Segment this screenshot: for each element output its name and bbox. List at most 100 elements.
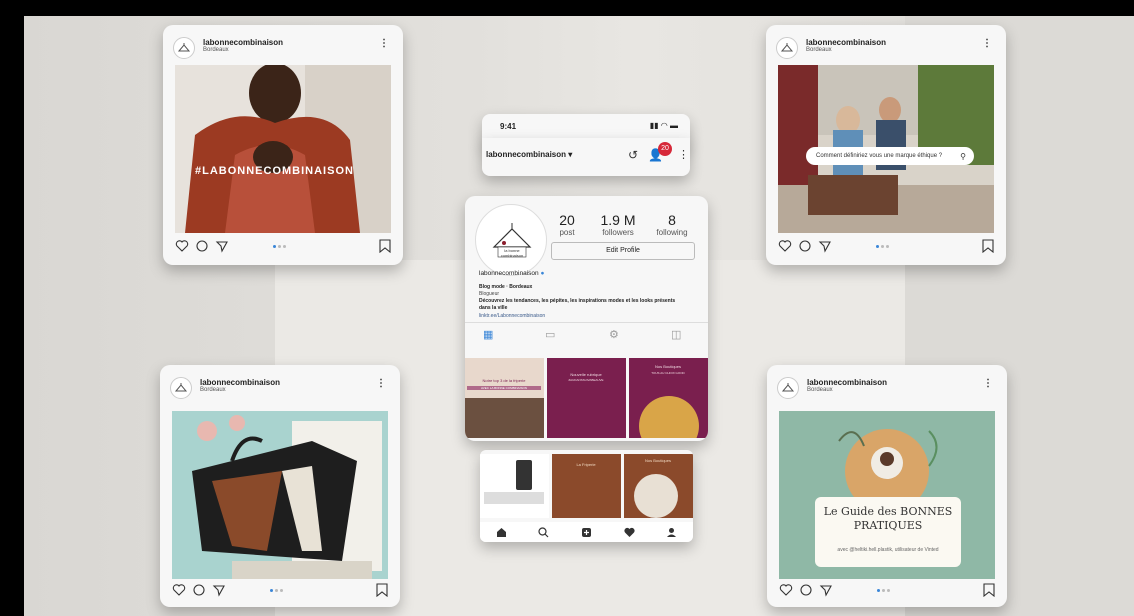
grid-tile[interactable]: Nouvelle rubrique #AUDANSSUIVABEAUVE xyxy=(547,358,626,438)
grid-tab-icon[interactable]: ▦ xyxy=(483,328,493,341)
bio-category: Blogueur xyxy=(479,291,500,297)
avatar[interactable] xyxy=(173,37,195,59)
profile-toolbar: labonnecombinaison ▾ ↺ 👤 20 ⋮ xyxy=(482,138,690,176)
scene: labonnecombinaison Bordeaux ⋮ #LABONNECO… xyxy=(0,0,1134,616)
more-options-icon[interactable]: ⋮ xyxy=(982,38,992,49)
share-icon[interactable] xyxy=(818,239,832,253)
stat-label: followers xyxy=(602,228,634,237)
post-username[interactable]: labonnecombinaison xyxy=(806,38,886,47)
grid-tile[interactable]: Notre top 3 de la friperie AVEC LA BONNE… xyxy=(465,358,544,438)
history-icon[interactable]: ↺ xyxy=(628,148,638,162)
profile-tabs: ▦ ▭ ⚙ ◫ xyxy=(465,326,708,346)
more-options-icon[interactable]: ⋮ xyxy=(379,38,389,49)
bookmark-icon[interactable] xyxy=(982,239,994,253)
grid-tile[interactable]: Nos Boutiques xyxy=(624,454,693,518)
reels-tab-icon[interactable]: ▭ xyxy=(545,328,555,341)
more-options-icon[interactable]: ⋮ xyxy=(376,378,386,389)
bottom-nav xyxy=(480,522,693,542)
tile-title: Nouvelle rubrique xyxy=(570,372,602,377)
grid-tile[interactable]: Nos Boutiques TOUS AU CHOIX GOOD xyxy=(629,358,708,438)
post-header: labonnecombinaison Bordeaux ⋮ xyxy=(173,35,393,61)
share-icon[interactable] xyxy=(819,583,833,597)
comment-icon[interactable] xyxy=(195,239,209,253)
post-username[interactable]: labonnecombinaison xyxy=(807,378,887,387)
more-options-icon[interactable]: ⋮ xyxy=(983,378,993,389)
instagram-post-card: labonnecombinaison Bordeaux ⋮ xyxy=(160,365,400,607)
profile-card: la bonne combinaison 20 post 1.9 Mfollowe… xyxy=(465,196,708,441)
stat-posts[interactable]: 20 post xyxy=(547,212,587,237)
tile-subtitle: AVEC LA BONNE COMBINAISON xyxy=(467,386,541,390)
tile-title: Nos Boutiques xyxy=(654,364,681,369)
avatar[interactable] xyxy=(170,377,192,399)
account-name: labonnecombinaison xyxy=(486,150,567,159)
post-actions xyxy=(173,237,393,257)
post-overlay-text: Le Guide des BONNES PRATIQUES xyxy=(823,505,953,533)
grid-tile[interactable] xyxy=(480,454,549,518)
status-time: 9:41 xyxy=(500,122,517,131)
post-grid: La Friperie Nos Boutiques xyxy=(480,454,693,518)
post-image: #LABONNECOMBINAISON xyxy=(175,65,391,233)
post-image xyxy=(172,411,388,579)
post-actions xyxy=(776,237,996,257)
bio-text: Découvrez les tendances, les pépites, le… xyxy=(479,298,676,311)
bookmark-icon[interactable] xyxy=(983,583,995,597)
bio-link[interactable]: linktr.ee/Labonnecombinaison xyxy=(479,313,545,319)
instagram-post-card: labonnecombinaison Bordeaux ⋮ Le Guide d… xyxy=(767,365,1007,607)
signal-battery-icon: ▮▮ ◠ ▬ xyxy=(649,121,678,130)
instagram-post-card: labonnecombinaison Bordeaux ⋮ #LABONNECO… xyxy=(163,25,403,265)
verified-icon: ● xyxy=(540,270,545,277)
carousel-indicator xyxy=(273,245,286,248)
profile-icon[interactable] xyxy=(666,527,677,538)
tile-title: La Friperie xyxy=(576,462,596,467)
comment-icon[interactable] xyxy=(798,239,812,253)
stat-label: post xyxy=(559,228,575,237)
edit-profile-button[interactable]: Edit Profile xyxy=(551,242,695,260)
tagged-tab-icon[interactable]: ◫ xyxy=(671,328,681,341)
stat-value: 8 xyxy=(668,212,676,228)
post-location: Bordeaux xyxy=(203,47,229,53)
post-actions xyxy=(777,581,997,601)
stat-followers[interactable]: 1.9 Mfollowers xyxy=(593,212,643,237)
profile-avatar[interactable]: la bonne combinaison xyxy=(475,204,547,276)
logo-text: la bonne combinaison xyxy=(500,248,524,258)
heart-icon[interactable] xyxy=(175,239,189,253)
comment-icon[interactable] xyxy=(799,583,813,597)
avatar[interactable] xyxy=(776,37,798,59)
post-grid: Notre top 3 de la friperie AVEC LA BONNE… xyxy=(465,358,708,438)
search-icon[interactable] xyxy=(538,526,549,538)
carousel-indicator xyxy=(270,589,283,592)
post-overlay-text: Comment définiriez vous une marque éthiq… xyxy=(816,153,943,159)
bookmark-icon[interactable] xyxy=(376,583,388,597)
tile-subtitle: #AUDANSSUIVABEAUVE xyxy=(568,378,604,382)
post-header: labonnecombinaison Bordeaux ⋮ xyxy=(776,35,996,61)
account-switcher[interactable]: labonnecombinaison ▾ xyxy=(486,150,572,159)
grid-tile[interactable]: La Friperie xyxy=(552,454,621,518)
post-image: Comment définiriez vous une marque éthiq… xyxy=(778,65,994,233)
heart-icon[interactable] xyxy=(779,583,793,597)
post-image: Le Guide des BONNES PRATIQUES avec @helt… xyxy=(779,411,995,579)
menu-icon[interactable]: ⋮ xyxy=(678,148,689,161)
share-icon[interactable] xyxy=(215,239,229,253)
tile-title: Nos Boutiques xyxy=(644,458,671,463)
bookmark-icon[interactable] xyxy=(379,239,391,253)
stat-following[interactable]: 8 following xyxy=(649,212,695,237)
carousel-indicator xyxy=(877,589,890,592)
tile-title: Notre top 3 de la friperie xyxy=(482,378,526,383)
profile-grid-bottom: La Friperie Nos Boutiques xyxy=(480,450,693,542)
heart-icon[interactable] xyxy=(172,583,186,597)
post-username[interactable]: labonnecombinaison xyxy=(200,378,280,387)
stat-label: following xyxy=(656,228,688,237)
settings-tab-icon[interactable]: ⚙ xyxy=(609,328,619,341)
tile-subtitle: TOUS AU CHOIX GOOD xyxy=(651,371,685,375)
comment-icon[interactable] xyxy=(192,583,206,597)
heart-icon[interactable] xyxy=(623,527,635,538)
home-icon[interactable] xyxy=(496,527,507,538)
heart-icon[interactable] xyxy=(778,239,792,253)
post-username[interactable]: labonnecombinaison xyxy=(203,38,283,47)
notification-badge: 20 xyxy=(658,142,672,156)
avatar[interactable] xyxy=(777,377,799,399)
post-header: labonnecombinaison Bordeaux ⋮ xyxy=(777,375,997,401)
add-post-icon[interactable] xyxy=(581,527,592,538)
instagram-post-card: labonnecombinaison Bordeaux ⋮ Comment dé… xyxy=(766,25,1006,265)
share-icon[interactable] xyxy=(212,583,226,597)
